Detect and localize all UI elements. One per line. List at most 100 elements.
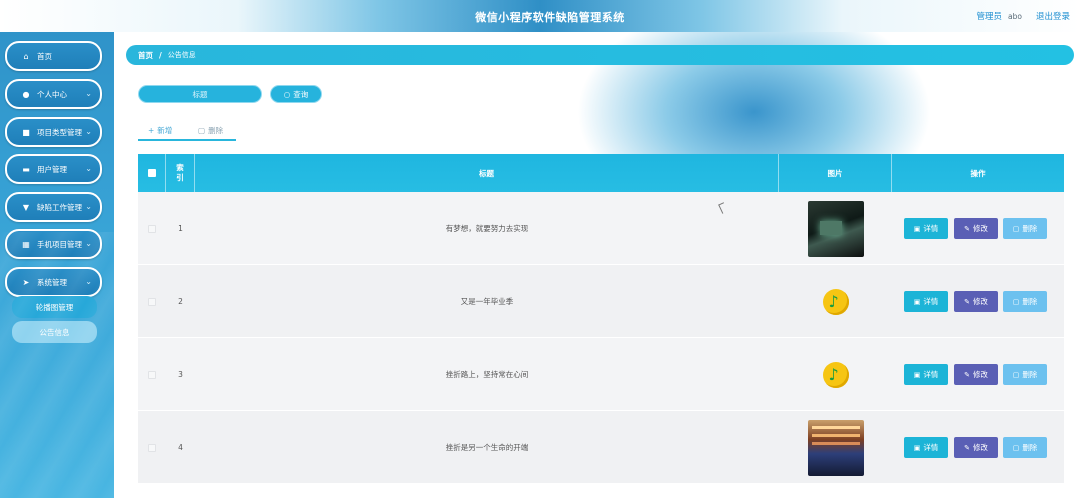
sidebar-item-home[interactable]: ⌂ 首页	[5, 41, 102, 71]
table-row: 3 挫折路上，坚持常在心间 ♪ ▣ 详情 ✎ 修改 ▢ 删除	[138, 338, 1064, 411]
top-header: 微信小程序软件缺陷管理系统 管理员 abo 退出登录	[0, 0, 1080, 32]
row-index: 4	[178, 443, 183, 452]
user-info: 管理员 abo	[977, 10, 1022, 22]
submenu-item-carousel[interactable]: 轮播图管理	[12, 296, 97, 318]
table-row: 4 挫折是另一个生命的开端 ▣ 详情 ✎ 修改 ▢ 删除	[138, 411, 1064, 484]
pencil-icon: ✎	[964, 370, 970, 379]
detail-button[interactable]: ▣ 详情	[904, 218, 948, 239]
edit-button[interactable]: ✎ 修改	[954, 364, 998, 385]
select-all-checkbox[interactable]	[147, 169, 156, 177]
add-button[interactable]: + 新增	[148, 122, 172, 138]
plus-icon: +	[148, 125, 155, 135]
row-index: 1	[178, 224, 183, 233]
row-image-thumbnail	[807, 419, 864, 476]
detail-button[interactable]: ▣ 详情	[904, 364, 948, 385]
batch-delete-button[interactable]: ▢ 删除	[198, 122, 223, 138]
pencil-icon: ✎	[964, 224, 970, 233]
add-button-label: 新增	[157, 125, 173, 135]
app-title: 微信小程序软件缺陷管理系统	[475, 11, 625, 24]
filter-icon: ▼	[22, 202, 30, 212]
pencil-icon: ✎	[964, 443, 970, 452]
row-title: 又是一年毕业季	[460, 297, 514, 306]
row-image-thumbnail	[807, 200, 864, 257]
trash-icon: ▢	[1012, 370, 1020, 379]
breadcrumb: 首页 / 公告信息	[126, 45, 1074, 65]
table-row: 2 又是一年毕业季 ♪ ▣ 详情 ✎ 修改 ▢ 删除	[138, 265, 1064, 338]
row-checkbox[interactable]	[148, 370, 156, 379]
row-checkbox[interactable]	[148, 224, 156, 233]
row-index: 3	[178, 370, 183, 379]
column-header-title: 标题	[195, 154, 779, 192]
active-tab-underline	[138, 139, 236, 141]
column-header-actions: 操作	[970, 168, 986, 178]
user-icon: ●	[22, 89, 30, 99]
table-header: 索引 标题 图片 操作	[138, 154, 1064, 192]
detail-button[interactable]: ▣ 详情	[904, 291, 948, 312]
column-header-index: 索引	[166, 154, 195, 192]
detail-icon: ▣	[913, 297, 921, 306]
delete-button[interactable]: ▢ 删除	[1003, 218, 1047, 239]
chevron-down-icon: ⌄	[85, 202, 92, 211]
edit-button[interactable]: ✎ 修改	[954, 437, 998, 458]
detail-icon: ▣	[913, 443, 921, 452]
row-checkbox[interactable]	[148, 443, 156, 452]
trash-icon: ▢	[1012, 443, 1020, 452]
sidebar-item-label: 项目类型管理	[37, 127, 82, 137]
sidebar: ⌂ 首页 ● 个人中心 ⌄ ■ 项目类型管理 ⌄ ▬ 用户管理 ⌄ ▼ 缺陷工作…	[0, 32, 114, 498]
sidebar-item-project-type[interactable]: ■ 项目类型管理 ⌄	[5, 117, 102, 147]
chevron-down-icon: ⌄	[85, 127, 92, 136]
table-row: 1 有梦想，就要努力去实现 ▣ 详情 ✎ 修改 ▢ 删除	[138, 192, 1064, 265]
row-checkbox[interactable]	[148, 297, 156, 306]
submenu-item-notice[interactable]: 公告信息	[12, 321, 97, 343]
trash-icon: ▢	[1012, 297, 1020, 306]
sidebar-item-label: 缺陷工作管理	[37, 202, 82, 212]
detail-icon: ▣	[913, 370, 921, 379]
edit-button[interactable]: ✎ 修改	[954, 218, 998, 239]
search-icon: ○	[283, 89, 291, 99]
chevron-down-icon: ⌄	[85, 164, 92, 173]
chevron-down-icon: ⌄	[85, 89, 92, 98]
user-name: abo	[1008, 12, 1022, 21]
search-input[interactable]	[138, 85, 262, 103]
trash-icon: ▢	[198, 125, 206, 135]
sidebar-item-label: 首页	[37, 51, 52, 61]
logout-link[interactable]: 退出登录	[1036, 10, 1070, 22]
search-button-label: 查询	[293, 89, 309, 99]
sidebar-item-label: 手机项目管理	[37, 239, 82, 249]
row-image-thumbnail: ♪	[812, 351, 860, 399]
sidebar-item-label: 个人中心	[37, 89, 67, 99]
action-tabs: + 新增 ▢ 删除	[138, 122, 236, 142]
column-header-image: 图片	[779, 154, 892, 192]
chevron-down-icon: ⌄	[85, 277, 92, 286]
row-image-thumbnail: ♪	[812, 278, 860, 326]
sidebar-item-users[interactable]: ▬ 用户管理 ⌄	[5, 154, 102, 184]
chevron-down-icon: ⌄	[85, 239, 92, 248]
delete-button[interactable]: ▢ 删除	[1003, 291, 1047, 312]
qq-music-icon: ♪	[822, 361, 849, 388]
delete-button[interactable]: ▢ 删除	[1003, 437, 1047, 458]
sidebar-item-defect-work[interactable]: ▼ 缺陷工作管理 ⌄	[5, 192, 102, 222]
breadcrumb-home[interactable]: 首页	[138, 50, 153, 61]
notice-table: 索引 标题 图片 操作 1 有梦想，就要努力去实现 ▣ 详情 ✎ 修改 ▢ 删除 2 …	[138, 154, 1064, 498]
main-content: 首页 / 公告信息 ○ 查询 + 新增 ▢ 删除 索引 标题 图片 操作 1 有	[114, 32, 1080, 498]
user-role: 管理员	[976, 12, 1003, 22]
pencil-icon: ✎	[964, 297, 970, 306]
detail-button[interactable]: ▣ 详情	[904, 437, 948, 458]
trash-icon: ▢	[1012, 224, 1020, 233]
detail-icon: ▣	[913, 224, 921, 233]
edit-button[interactable]: ✎ 修改	[954, 291, 998, 312]
user-group-icon: ▬	[22, 164, 30, 174]
sidebar-item-label: 系统管理	[37, 277, 67, 287]
sidebar-item-system[interactable]: ➤ 系统管理 ⌄	[5, 267, 102, 297]
grid-icon: ▦	[22, 239, 30, 249]
breadcrumb-separator: /	[159, 50, 162, 60]
sidebar-item-mobile-project[interactable]: ▦ 手机项目管理 ⌄	[5, 229, 102, 259]
search-button[interactable]: ○ 查询	[270, 85, 322, 103]
send-icon: ➤	[22, 277, 30, 287]
home-icon: ⌂	[23, 51, 29, 61]
row-title: 挫折路上，坚持常在心间	[445, 370, 529, 379]
sidebar-item-personal-center[interactable]: ● 个人中心 ⌄	[5, 79, 102, 109]
row-title: 挫折是另一个生命的开端	[445, 443, 529, 452]
breadcrumb-current: 公告信息	[167, 51, 196, 59]
delete-button[interactable]: ▢ 删除	[1003, 364, 1047, 385]
